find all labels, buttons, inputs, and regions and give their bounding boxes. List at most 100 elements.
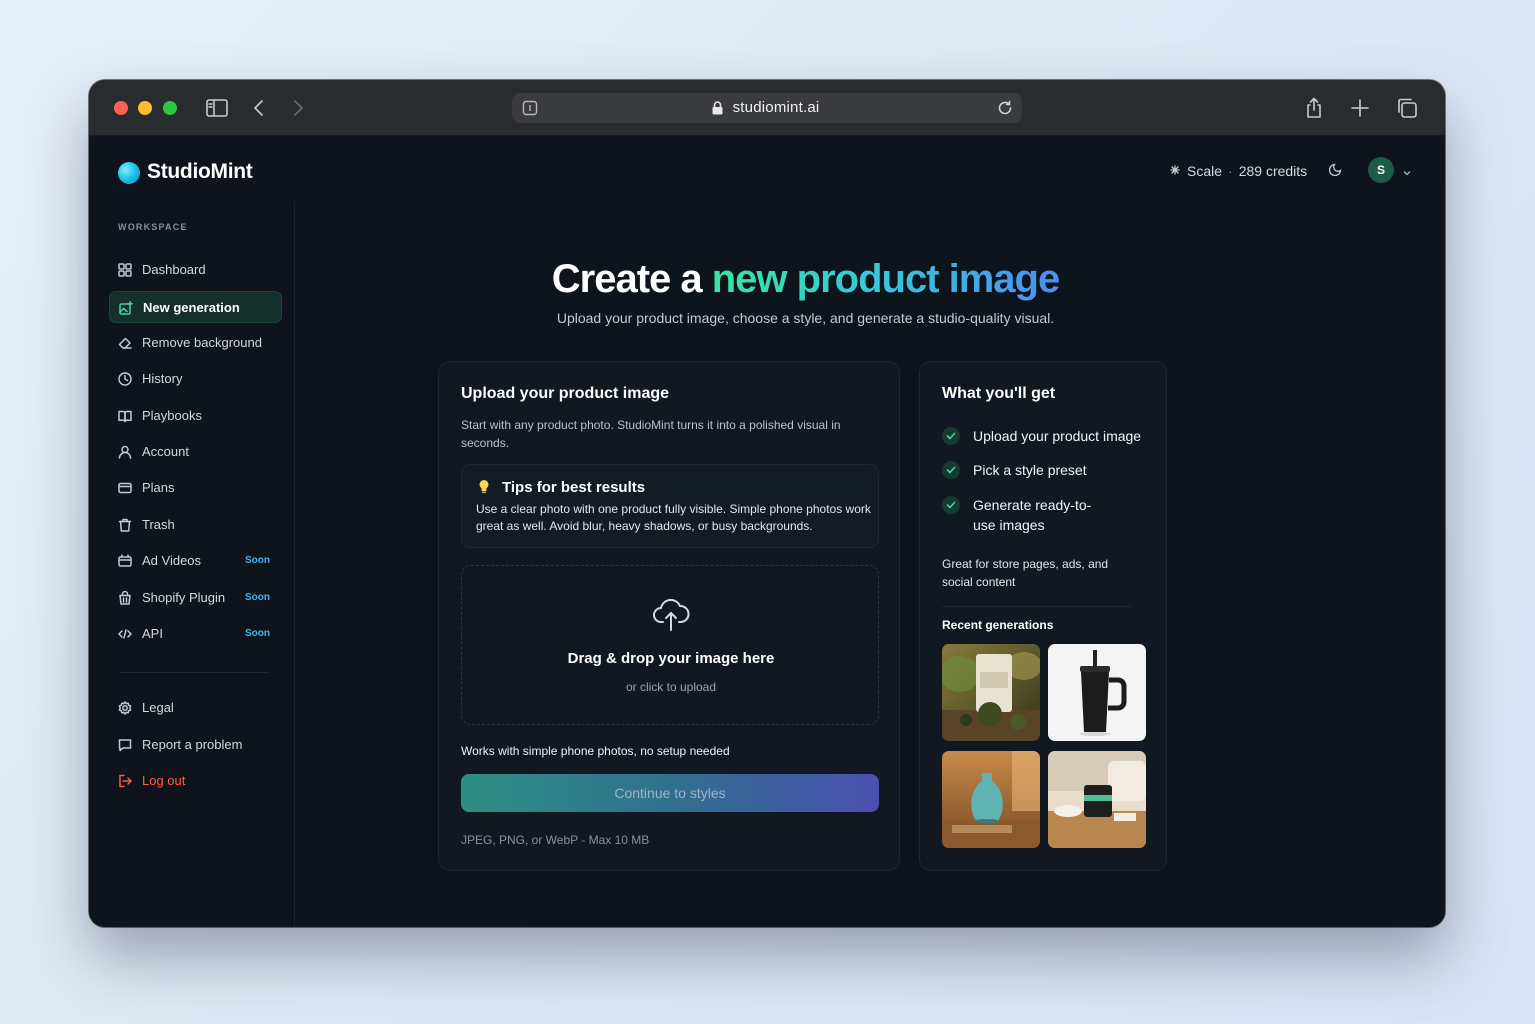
plan-credits[interactable]: Scale · 289 credits [1169,162,1307,180]
book-icon [118,409,132,423]
plan-separator: · [1228,163,1233,179]
sidebar-item-api[interactable]: API Soon [109,618,282,650]
new-tab-icon[interactable] [1348,96,1372,120]
settings-icon [118,701,132,715]
sidebar-item-label: Report a problem [142,737,243,752]
close-window-button[interactable] [114,101,128,115]
sidebar-item-history[interactable]: History [109,363,282,395]
recent-generation-thumbnail[interactable] [942,751,1040,848]
check-item: Upload your product image [942,427,1143,446]
continue-to-styles-button[interactable]: Continue to styles [461,774,879,812]
sidebar-item-playbooks[interactable]: Playbooks [109,400,282,432]
lightbulb-icon [478,479,490,498]
check-label: Pick a style preset [973,462,1087,478]
recent-generations-label: Recent generations [942,618,1054,632]
sidebar-item-label: Dashboard [142,262,206,277]
sidebar-item-trash[interactable]: Trash [109,509,282,541]
sidebar-item-label: Remove background [142,335,262,350]
upload-card-title: Upload your product image [461,385,670,402]
upload-card: Upload your product image Start with any… [438,361,900,871]
grid-icon [118,263,132,277]
sidebar: WORKSPACE Dashboard New generation Remov… [89,202,295,927]
logo-icon [118,162,140,184]
check-label: Upload your product image [973,428,1142,444]
plan-name: Scale [1187,163,1223,179]
page-title-accent: new product image [711,257,1060,301]
check-item: Generate ready-to-use images [942,496,1113,535]
sidebar-item-log-out[interactable]: Log out [109,765,282,797]
forward-icon[interactable] [286,96,310,120]
recent-generation-thumbnail[interactable] [1048,644,1146,741]
soon-badge: Soon [245,628,270,639]
sidebar-toggle-icon[interactable] [205,96,229,120]
clock-icon [118,372,132,386]
shopping-bag-icon [118,590,132,605]
works-note: Works with simple phone photos, no setup… [461,744,730,758]
upload-card-description: Start with any product photo. StudioMint… [461,418,841,450]
file-format-note: JPEG, PNG, or WebP - Max 10 MB [461,833,650,847]
app-header: StudioMint Scale · 289 credits S [89,136,1445,202]
info-divider [942,606,1132,607]
sidebar-item-label: Ad Videos [142,553,202,568]
sidebar-item-ad-videos[interactable]: Ad Videos Soon [109,545,282,577]
sidebar-item-remove-background[interactable]: Remove background [109,327,282,359]
sidebar-item-label: Trash [142,517,175,532]
check-icon [942,427,960,445]
soon-badge: Soon [245,592,270,603]
sparkle-icon [1169,163,1181,179]
credit-card-icon [118,481,132,495]
sidebar-item-plans[interactable]: Plans [109,472,282,504]
tips-body: Use a clear photo with one product fully… [476,502,871,533]
image-drop-zone[interactable]: Drag & drop your image here or click to … [461,565,879,725]
drop-zone-subtitle: or click to upload [625,680,717,694]
soon-badge: Soon [245,555,270,566]
sidebar-item-shopify-plugin[interactable]: Shopify Plugin Soon [109,582,282,614]
page-title-plain: Create a [551,257,712,301]
sidebar-item-label: New generation [143,300,240,315]
logout-icon [118,774,132,788]
sidebar-item-report-problem[interactable]: Report a problem [109,729,282,761]
theme-toggle-icon[interactable] [1328,162,1343,181]
sidebar-item-new-generation[interactable]: New generation [109,291,282,323]
sidebar-item-label: Legal [142,700,174,715]
info-card-title: What you'll get [942,385,1056,402]
share-icon[interactable] [1302,96,1326,120]
tips-box: Tips for best results Use a clear photo … [461,464,879,548]
avatar[interactable]: S [1368,157,1394,183]
sidebar-item-legal[interactable]: Legal [109,692,282,724]
tab-overview-icon[interactable] [1395,96,1419,120]
back-icon[interactable] [247,96,271,120]
sidebar-item-label: Account [142,444,189,459]
main-content: Create a new product image Upload your p… [296,202,1445,927]
sidebar-item-dashboard[interactable]: Dashboard [109,254,282,286]
minimize-window-button[interactable] [138,101,152,115]
page-title: Create a new product image [296,257,1315,302]
sidebar-item-label: Shopify Plugin [142,590,226,605]
tips-title: Tips for best results [502,479,646,496]
video-icon [118,554,132,568]
check-icon [942,461,960,479]
logo-text[interactable]: StudioMint [147,160,253,184]
check-item: Pick a style preset [942,461,1143,480]
sidebar-item-label: Plans [142,480,175,495]
reload-icon[interactable] [996,99,1014,122]
info-note: Great for store pages, ads, and social c… [942,557,1109,589]
sidebar-item-account[interactable]: Account [109,436,282,468]
url-text: studiomint.ai [732,99,820,116]
chevron-down-icon[interactable] [1402,164,1412,182]
recent-generation-thumbnail[interactable] [942,644,1040,741]
sidebar-item-label: API [142,626,163,641]
credits-count: 289 credits [1238,163,1308,179]
browser-toolbar: studiomint.ai [89,80,1445,136]
drop-zone-title: Drag & drop your image here [567,650,775,667]
user-icon [118,445,132,459]
sidebar-item-label: Log out [142,773,186,788]
eraser-icon [118,336,132,350]
trash-icon [118,518,132,532]
message-icon [118,738,132,752]
sidebar-divider [119,672,269,673]
browser-window: studiomint.ai StudioMint Scale · 289 cre… [89,80,1445,927]
address-bar[interactable]: studiomint.ai [512,93,1022,123]
recent-generation-thumbnail[interactable] [1048,751,1146,848]
zoom-window-button[interactable] [163,101,177,115]
